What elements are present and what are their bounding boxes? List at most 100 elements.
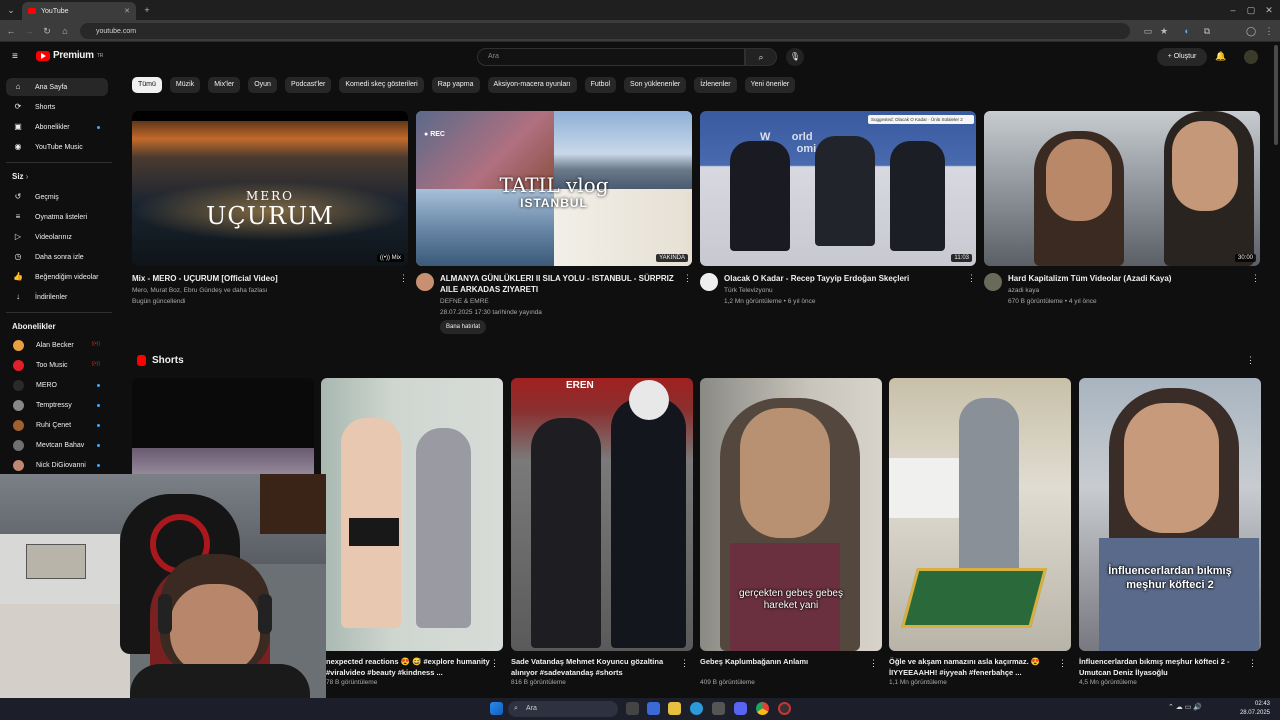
obs-icon[interactable] bbox=[778, 702, 791, 715]
short-thumbnail[interactable] bbox=[889, 378, 1071, 651]
short-title[interactable]: İnfluencerlardan bıkmış meşhur köfteci 2… bbox=[1079, 656, 1249, 678]
video-title[interactable]: Hard Kapitalizm Tüm Videolar (Azadi Kaya… bbox=[1008, 273, 1248, 284]
extensions-puzzle-icon[interactable]: ⧉ bbox=[1200, 24, 1214, 38]
search-button[interactable]: ⌕ bbox=[745, 48, 777, 66]
short-more-icon[interactable]: ⋮ bbox=[869, 658, 878, 669]
back-icon[interactable]: ← bbox=[4, 24, 18, 38]
video-channel[interactable]: Mero, Murat Boz, Ebru Gündeş ve daha faz… bbox=[132, 285, 267, 296]
window-close-icon[interactable]: ✕ bbox=[1262, 3, 1276, 17]
sidebar-subscription[interactable]: Too Music ((•)) bbox=[6, 356, 108, 374]
short-more-icon[interactable]: ⋮ bbox=[680, 658, 689, 669]
filter-chip[interactable]: Tümü bbox=[132, 77, 162, 93]
sidebar-subscription[interactable]: Nick DiGiovanni bbox=[6, 456, 108, 474]
channel-avatar[interactable] bbox=[700, 273, 718, 291]
file-explorer-icon[interactable] bbox=[668, 702, 681, 715]
video-channel[interactable]: azadi kaya bbox=[1008, 285, 1039, 296]
video-thumbnail[interactable]: 30:00 bbox=[984, 111, 1260, 266]
profile-icon[interactable]: ◯ bbox=[1244, 24, 1258, 38]
filter-chip[interactable]: Futbol bbox=[584, 77, 617, 93]
youtube-premium-logo[interactable]: Premium TR bbox=[36, 50, 103, 61]
sidebar-item-liked[interactable]: 👍 Beğendiğim videolar bbox=[6, 268, 108, 286]
channel-avatar[interactable] bbox=[416, 273, 434, 291]
short-more-icon[interactable]: ⋮ bbox=[490, 658, 499, 669]
filter-chip[interactable]: Müzik bbox=[169, 77, 201, 93]
filter-chip[interactable]: Son yüklenenler bbox=[624, 77, 687, 93]
sidebar-item-subscriptions[interactable]: ▣ Abonelikler bbox=[6, 118, 108, 136]
video-channel[interactable]: DEFNE & EMRE bbox=[440, 296, 489, 307]
sidebar-item-your-videos[interactable]: ▷ Videolarınız bbox=[6, 228, 108, 246]
copilot-icon[interactable] bbox=[647, 702, 660, 715]
short-thumbnail[interactable]: EREN bbox=[511, 378, 693, 651]
address-bar[interactable]: youtube.com bbox=[80, 23, 1130, 39]
sidebar-subscription[interactable]: Temptressy bbox=[6, 396, 108, 414]
extension-icon[interactable]: ◐ bbox=[1180, 24, 1194, 38]
short-more-icon[interactable]: ⋮ bbox=[1248, 658, 1257, 669]
shorts-more-icon[interactable]: ⋮ bbox=[1246, 355, 1255, 366]
sidebar-item-music[interactable]: ◉ YouTube Music bbox=[6, 138, 108, 156]
system-tray-icons[interactable]: ⌃ ☁ ▭ 🔊 bbox=[1168, 703, 1202, 711]
notifications-bell-icon[interactable]: 🔔 bbox=[1215, 51, 1226, 62]
video-thumbnail[interactable]: MERO UÇURUM ((•)) Mix bbox=[132, 111, 408, 266]
maximize-icon[interactable]: ▢ bbox=[1244, 3, 1258, 17]
short-title[interactable]: Sade Vatandaş Mehmet Koyuncu gözaltina a… bbox=[511, 656, 681, 678]
sidebar-you-heading[interactable]: Siz › bbox=[12, 172, 28, 181]
short-title[interactable]: nexpected reactions 😍 😅 #explore humanit… bbox=[326, 656, 496, 678]
taskbar-clock[interactable]: 02:43 28.07.2025 bbox=[1240, 700, 1270, 718]
sidebar-item-shorts[interactable]: ⟳ Shorts bbox=[6, 98, 108, 116]
tab-list-icon[interactable]: ⌄ bbox=[4, 3, 18, 17]
task-view-icon[interactable] bbox=[626, 702, 639, 715]
sidebar-subscription[interactable]: MERO bbox=[6, 376, 108, 394]
discord-icon[interactable] bbox=[734, 702, 747, 715]
sidebar-subscription[interactable]: Ruhi Çenet bbox=[6, 416, 108, 434]
home-browser-icon[interactable]: ⌂ bbox=[58, 24, 72, 38]
filter-chip[interactable]: Aksiyon-macera oyunları bbox=[487, 77, 577, 93]
video-thumbnail[interactable]: ● REC TATIL vlog ISTANBUL YAKINDA bbox=[416, 111, 692, 266]
short-thumbnail[interactable]: İnfluencerlardan bıkmış meşhur köfteci 2 bbox=[1079, 378, 1261, 651]
filter-chip[interactable]: Komedi skeç gösterileri bbox=[339, 77, 424, 93]
video-title[interactable]: Mix - MERO - UÇURUM [Official Video] bbox=[132, 273, 392, 284]
short-title[interactable]: Gebeş Kaplumbağanın Anlamı bbox=[700, 656, 870, 667]
video-title[interactable]: ALMANYA GÜNLÜKLERI II SILA YOLU - ISTANB… bbox=[440, 273, 680, 295]
sidebar-item-playlists[interactable]: ≡ Oynatma listeleri bbox=[6, 208, 108, 226]
filter-chip[interactable]: İzlenenler bbox=[694, 77, 737, 93]
filter-chip[interactable]: Mix'ler bbox=[208, 77, 241, 93]
more-options-icon[interactable]: ⋮ bbox=[399, 273, 408, 284]
more-options-icon[interactable]: ⋮ bbox=[1251, 273, 1260, 284]
short-more-icon[interactable]: ⋮ bbox=[1058, 658, 1067, 669]
filter-chip[interactable]: Rap yapma bbox=[431, 77, 480, 93]
sidebar-subscription[interactable]: Mevtcan Bahav bbox=[6, 436, 108, 454]
browser-menu-icon[interactable]: ⋮ bbox=[1262, 24, 1276, 38]
sidebar-item-watch-later[interactable]: ◷ Daha sonra izle bbox=[6, 248, 108, 266]
short-thumbnail[interactable] bbox=[321, 378, 503, 651]
browser-tab[interactable]: YouTube ✕ bbox=[22, 2, 136, 20]
chrome-icon[interactable] bbox=[756, 702, 769, 715]
sidebar-item-home[interactable]: ⌂ Ana Sayfa bbox=[6, 78, 108, 96]
menu-hamburger-icon[interactable]: ≡ bbox=[12, 51, 18, 62]
search-input[interactable]: Ara bbox=[477, 48, 745, 66]
filter-chip[interactable]: Oyun bbox=[248, 77, 277, 93]
sidebar-item-history[interactable]: ↺ Geçmiş bbox=[6, 188, 108, 206]
account-avatar[interactable] bbox=[1244, 50, 1258, 64]
short-thumbnail[interactable]: gerçekten gebeş gebeş hareket yani bbox=[700, 378, 882, 651]
filter-chip[interactable]: Yeni öneriler bbox=[744, 77, 796, 93]
bookmark-star-icon[interactable]: ★ bbox=[1157, 24, 1171, 38]
minimize-icon[interactable]: – bbox=[1226, 3, 1240, 17]
cast-icon[interactable]: ▭ bbox=[1141, 24, 1155, 38]
video-thumbnail[interactable]: W orld omic Suggested: Olacak O Kadar · … bbox=[700, 111, 976, 266]
new-tab-icon[interactable]: + bbox=[140, 3, 154, 17]
forward-icon[interactable]: → bbox=[22, 24, 36, 38]
sidebar-subscription[interactable]: Alan Becker ((•)) bbox=[6, 336, 108, 354]
sidebar-item-downloads[interactable]: ↓ İndirilenler bbox=[6, 288, 108, 306]
channel-avatar[interactable] bbox=[984, 273, 1002, 291]
more-options-icon[interactable]: ⋮ bbox=[967, 273, 976, 284]
edge-icon[interactable] bbox=[690, 702, 703, 715]
page-scrollbar[interactable] bbox=[1274, 45, 1278, 145]
more-options-icon[interactable]: ⋮ bbox=[683, 273, 692, 284]
filter-chip[interactable]: Podcast'ler bbox=[284, 77, 332, 93]
create-button[interactable]: + Oluştur bbox=[1157, 48, 1207, 66]
taskbar-search[interactable]: ⌕ Ara bbox=[508, 701, 618, 717]
short-title[interactable]: Öğle ve akşam namazını asla kaçırmaz. 😍 … bbox=[889, 656, 1059, 678]
voice-search-button[interactable]: 🎙 bbox=[786, 48, 804, 66]
reload-icon[interactable]: ↻ bbox=[40, 24, 54, 38]
tab-close-icon[interactable]: ✕ bbox=[124, 7, 130, 15]
